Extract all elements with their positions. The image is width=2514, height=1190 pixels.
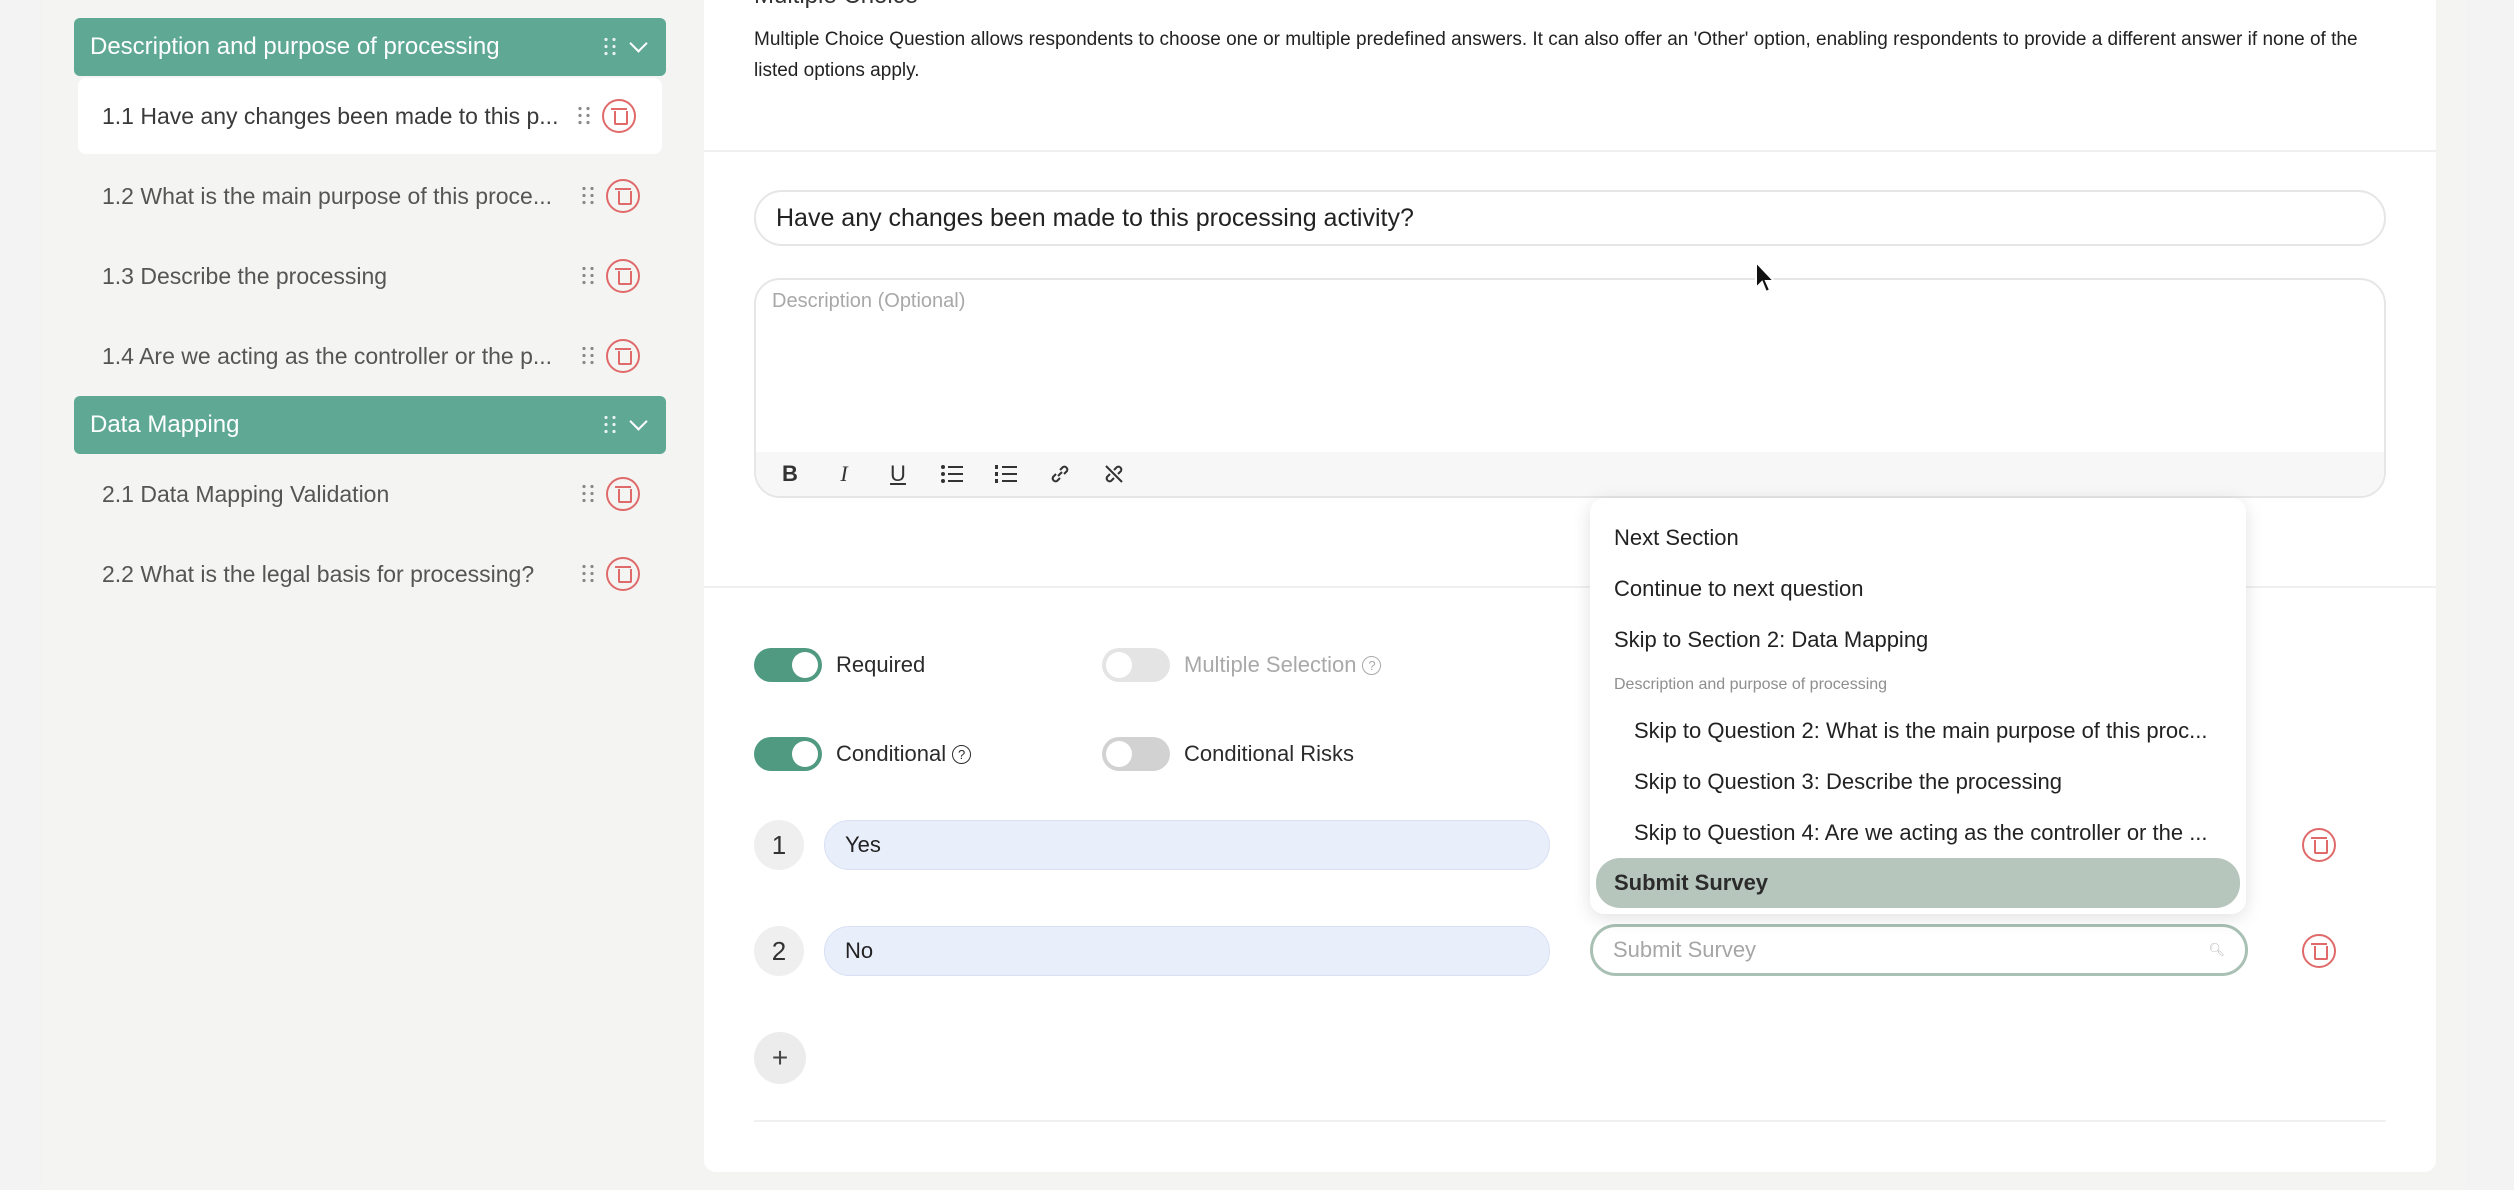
divider: [704, 150, 2436, 152]
dropdown-item-label: Skip to Question 3: Describe the process…: [1634, 768, 2063, 794]
unlink-icon[interactable]: [1102, 462, 1126, 486]
multiple-selection-label: Multiple Selection: [1184, 652, 1357, 677]
sidebar: Description and purpose of processing 1.…: [74, 18, 666, 614]
sidebar-question-1-4[interactable]: 1.4 Are we acting as the controller or t…: [74, 316, 666, 396]
conditional-risks-setting: Conditional Risks: [1102, 737, 1354, 771]
required-setting: Required: [754, 648, 925, 682]
italic-icon[interactable]: I: [832, 461, 856, 486]
description-editor[interactable]: Description (Optional) B I U: [754, 278, 2386, 498]
multiple-selection-setting: Multiple Selection ?: [1102, 648, 1382, 682]
required-label: Required: [836, 652, 926, 677]
numbered-list-icon[interactable]: [994, 462, 1018, 486]
conditional-risks-label: Conditional Risks: [1184, 741, 1354, 766]
dropdown-item-next-section[interactable]: Next Section: [1590, 512, 2246, 563]
sidebar-question-label: 1.4 Are we acting as the controller or t…: [102, 342, 553, 369]
conditional-label: Conditional: [836, 741, 947, 766]
dropdown-item-label: Skip to Question 2: What is the main pur…: [1634, 717, 2208, 743]
underline-icon[interactable]: U: [886, 461, 910, 486]
description-placeholder: Description (Optional): [772, 290, 966, 312]
dropdown-group-label: Description and purpose of processing: [1614, 676, 1888, 693]
bold-icon[interactable]: B: [778, 461, 802, 486]
section-header-2[interactable]: Data Mapping: [74, 396, 666, 454]
question-type-description: Multiple Choice Question allows responde…: [754, 29, 2358, 81]
required-toggle[interactable]: [754, 648, 822, 682]
drag-handle-icon[interactable]: [580, 185, 596, 207]
dropdown-item-skip-section[interactable]: Skip to Section 2: Data Mapping: [1590, 614, 2246, 665]
dropdown-item-skip-question-4[interactable]: Skip to Question 4: Are we acting as the…: [1590, 807, 2246, 858]
help-icon[interactable]: ?: [1362, 655, 1382, 675]
trash-icon[interactable]: [2302, 934, 2336, 968]
question-text-input[interactable]: Have any changes been made to this proce…: [754, 190, 2386, 246]
sidebar-question-label: 2.2 What is the legal basis for processi…: [102, 560, 535, 587]
dropdown-item-skip-question-2[interactable]: Skip to Question 2: What is the main pur…: [1590, 705, 2246, 756]
sidebar-question-label: 1.1 Have any changes been made to this p…: [102, 102, 559, 129]
sidebar-question-label: 2.1 Data Mapping Validation: [102, 480, 390, 507]
option-input[interactable]: No: [824, 926, 1550, 976]
add-option-button[interactable]: +: [754, 1032, 806, 1084]
trash-icon[interactable]: [606, 339, 640, 373]
section-title: Data Mapping: [90, 411, 240, 438]
dropdown-item-submit-survey[interactable]: Submit Survey: [1596, 858, 2240, 908]
chevron-down-icon[interactable]: [628, 36, 650, 58]
section-title: Description and purpose of processing: [90, 33, 500, 60]
drag-handle-icon[interactable]: [602, 36, 618, 58]
trash-icon[interactable]: [606, 477, 640, 511]
chevron-down-icon[interactable]: [628, 414, 650, 436]
dropdown-item-label: Skip to Question 4: Are we acting as the…: [1634, 819, 2208, 845]
drag-handle-icon[interactable]: [580, 563, 596, 585]
drag-handle-icon[interactable]: [580, 345, 596, 367]
option-delete[interactable]: [2302, 828, 2336, 862]
multiple-selection-toggle[interactable]: [1102, 648, 1170, 682]
trash-icon[interactable]: [606, 179, 640, 213]
sidebar-question-2-2[interactable]: 2.2 What is the legal basis for processi…: [74, 534, 666, 614]
trash-icon[interactable]: [606, 557, 640, 591]
sidebar-question-label: 1.2 What is the main purpose of this pro…: [102, 182, 553, 209]
divider: [754, 1120, 2386, 1122]
bullet-list-icon[interactable]: [940, 462, 964, 486]
trash-icon[interactable]: [606, 259, 640, 293]
drag-handle-icon[interactable]: [576, 105, 592, 127]
question-type-title: Multiple Choice: [754, 0, 918, 10]
conditional-risks-toggle[interactable]: [1102, 737, 1170, 771]
help-icon[interactable]: ?: [952, 744, 972, 764]
option-number: 2: [754, 926, 804, 976]
option-input[interactable]: Yes: [824, 820, 1550, 870]
conditional-setting: Conditional ?: [754, 737, 972, 771]
option-delete[interactable]: [2302, 934, 2336, 968]
sidebar-question-2-1[interactable]: 2.1 Data Mapping Validation: [74, 454, 666, 534]
action-dropdown-menu: Next Section Continue to next question S…: [1590, 498, 2246, 914]
search-icon: 🔍︎: [2208, 942, 2225, 957]
drag-handle-icon[interactable]: [580, 483, 596, 505]
option-action-select[interactable]: Submit Survey 🔍︎: [1590, 924, 2248, 976]
rich-text-toolbar: B I U: [756, 452, 2384, 496]
link-icon[interactable]: [1048, 462, 1072, 486]
action-select-placeholder: Submit Survey: [1613, 937, 1757, 962]
sidebar-question-1-1[interactable]: 1.1 Have any changes been made to this p…: [78, 78, 662, 154]
trash-icon[interactable]: [602, 99, 636, 133]
sidebar-question-1-2[interactable]: 1.2 What is the main purpose of this pro…: [74, 156, 666, 236]
section-header-1[interactable]: Description and purpose of processing: [74, 18, 666, 76]
sidebar-question-1-3[interactable]: 1.3 Describe the processing: [74, 236, 666, 316]
sidebar-question-label: 1.3 Describe the processing: [102, 262, 388, 289]
drag-handle-icon[interactable]: [602, 414, 618, 436]
drag-handle-icon[interactable]: [580, 265, 596, 287]
dropdown-item-continue[interactable]: Continue to next question: [1590, 563, 2246, 614]
mouse-cursor-icon: [1755, 260, 1777, 294]
conditional-toggle[interactable]: [754, 737, 822, 771]
option-number: 1: [754, 820, 804, 870]
trash-icon[interactable]: [2302, 828, 2336, 862]
dropdown-item-skip-question-3[interactable]: Skip to Question 3: Describe the process…: [1590, 756, 2246, 807]
